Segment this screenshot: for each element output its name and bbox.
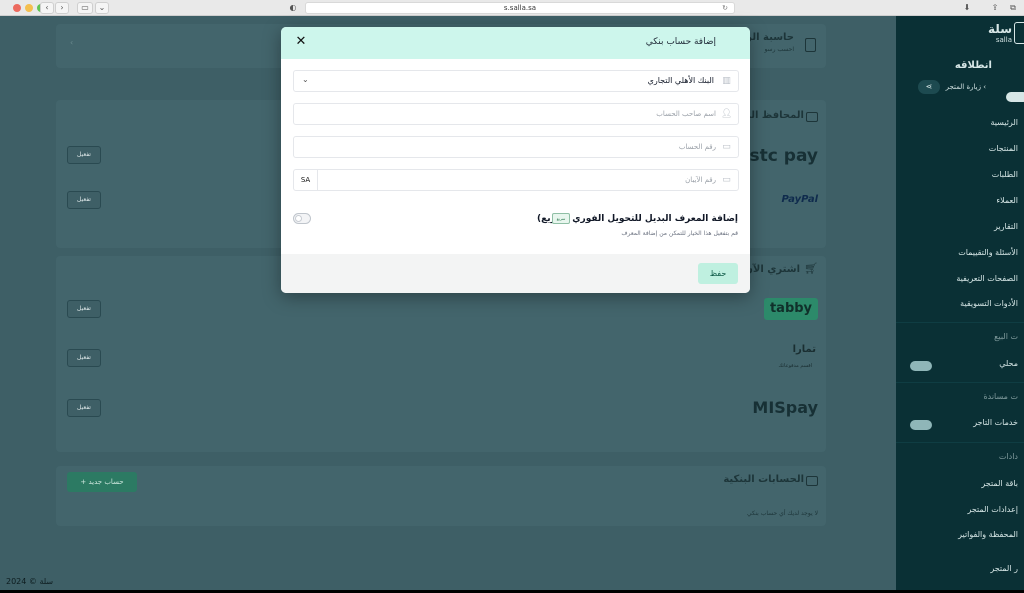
sidebar-item-customers[interactable]: العملاء	[996, 196, 1018, 205]
section-settings: دادات	[998, 452, 1018, 461]
stcpay-logo: stc pay	[749, 146, 818, 166]
sidebar: سلة salla انطلاقه زيارة المتجر ‹ ⋖ الرئي…	[896, 16, 1024, 590]
brand-logo: سلة	[988, 22, 1012, 36]
bank-select[interactable]: ▥ البنك الأهلي التجاري ⌄	[293, 70, 739, 92]
local-badge	[910, 361, 932, 371]
new-account-label: حساب جديد	[88, 478, 124, 486]
sidebar-item-store-team[interactable]: ر المتجر	[990, 564, 1018, 573]
reload-icon[interactable]: ↻	[722, 3, 728, 13]
user-icon: 👤︎	[721, 109, 733, 119]
section-support: ت مساندة	[983, 392, 1018, 401]
sidebar-item-local[interactable]: محلي	[999, 359, 1018, 368]
cart-icon: 🛒︎	[804, 262, 818, 275]
activate-paypal-button[interactable]: تفعيل	[67, 191, 101, 209]
close-icon[interactable]: ✕	[293, 34, 309, 50]
share-store-icon[interactable]: ⋖	[918, 80, 940, 94]
bank-empty-text: لا يوجد لديك أي حساب بنكي	[747, 510, 818, 517]
divider	[896, 322, 1024, 323]
sidebar-toggle-icon[interactable]: ▭	[77, 2, 93, 14]
divider	[896, 442, 1024, 443]
section-sales-channels: ت البيع	[994, 332, 1018, 341]
card-icon: ▭	[722, 175, 731, 185]
account-holder-input[interactable]	[326, 107, 716, 121]
tabs-icon[interactable]: ⧉	[1006, 2, 1020, 14]
bank-building-icon: ▥	[722, 76, 731, 86]
iban-input[interactable]	[336, 173, 716, 187]
tamara-logo: تمارا	[792, 344, 816, 355]
tabby-logo: tabby	[764, 298, 818, 320]
chevron-down-icon: ⌄	[302, 75, 309, 84]
privacy-shield-icon[interactable]: ◐	[286, 2, 300, 14]
save-button[interactable]: حفظ	[698, 263, 738, 284]
bank-icon	[806, 476, 818, 486]
minimize-window-button[interactable]	[25, 4, 33, 12]
address-bar[interactable]: s.salla.sa ↻	[305, 2, 735, 14]
merchant-services-badge	[910, 420, 932, 430]
sidebar-item-merchant-services[interactable]: خدمات التاجر	[973, 418, 1018, 427]
account-number-input[interactable]	[326, 140, 716, 154]
chevron-left-icon: ‹	[980, 83, 986, 91]
activate-stcpay-button[interactable]: تفعيل	[67, 146, 101, 164]
download-icon[interactable]: ⬇	[960, 2, 974, 14]
iban-prefix: SA	[294, 170, 318, 190]
bank-accounts-card	[56, 466, 826, 526]
sarie-logo: سريع	[552, 213, 570, 224]
sidebar-item-orders[interactable]: الطلبات	[992, 170, 1018, 179]
new-account-button[interactable]: + حساب جديد	[67, 472, 137, 492]
status-badge	[1006, 92, 1024, 102]
bank-select-value: البنك الأهلي التجاري	[647, 76, 714, 85]
chevron-left-icon[interactable]: ‹	[70, 38, 73, 47]
modal-footer: حفظ	[281, 254, 750, 293]
sidebar-item-pages[interactable]: الصفحات التعريفية	[956, 274, 1018, 283]
activate-tamara-button[interactable]: تفعيل	[67, 349, 101, 367]
sidebar-item-marketing[interactable]: الأدوات التسويقية	[960, 299, 1018, 308]
share-icon[interactable]: ⇪	[988, 2, 1002, 14]
modal-title: إضافة حساب بنكي	[645, 37, 716, 47]
mispay-logo: MISpay	[752, 398, 818, 417]
back-icon[interactable]: ‹	[40, 2, 54, 14]
calculator-icon	[805, 38, 816, 52]
bank-accounts-title: الحسابات البنكية	[723, 474, 804, 485]
footer-copyright: سلة © 2024	[6, 577, 54, 586]
account-holder-field[interactable]: 👤︎	[293, 103, 739, 125]
receiving-subtitle: احسب رسو	[764, 46, 794, 53]
sidebar-item-store-package[interactable]: باقة المتجر	[981, 479, 1018, 488]
sidebar-item-wallet[interactable]: المحفظة والفواتير	[958, 530, 1018, 539]
activate-mispay-button[interactable]: تفعيل	[67, 399, 101, 417]
chevron-down-icon[interactable]: ⌄	[95, 2, 109, 14]
add-bank-account-modal: إضافة حساب بنكي ✕ ▥ البنك الأهلي التجاري…	[281, 27, 750, 293]
alt-id-description: قم بتفعيل هذا الخيار للتمكن من إضافة الم…	[621, 230, 738, 237]
modal-header: إضافة حساب بنكي ✕	[281, 27, 750, 59]
tamara-tagline: اقسم مدفوعاتك	[778, 363, 812, 369]
menu-toggle-icon[interactable]	[1014, 22, 1024, 44]
browser-toolbar: ‹ › ▭ ⌄ ◐ s.salla.sa ↻ ⬇ ⇪ ⧉	[0, 0, 1024, 16]
url-text: s.salla.sa	[503, 4, 537, 12]
visit-store-label: زيارة المتجر	[945, 83, 981, 91]
store-name: انطلاقه	[954, 60, 992, 71]
visit-store-link[interactable]: زيارة المتجر ‹	[946, 83, 986, 91]
brand-sub: salla	[995, 36, 1012, 44]
iban-field[interactable]: ▭ SA	[293, 169, 739, 191]
sidebar-item-reports[interactable]: التقارير	[994, 222, 1018, 231]
toggle-knob	[295, 215, 302, 222]
close-window-button[interactable]	[13, 4, 21, 12]
wallet-icon	[806, 112, 818, 122]
alt-id-toggle[interactable]	[293, 213, 311, 224]
forward-icon[interactable]: ›	[55, 2, 69, 14]
activate-tabby-button[interactable]: تفعيل	[67, 300, 101, 318]
sidebar-item-home[interactable]: الرئيسية	[990, 118, 1018, 127]
account-number-field[interactable]: ▭	[293, 136, 739, 158]
sidebar-item-products[interactable]: المنتجات	[989, 144, 1018, 153]
sidebar-item-store-settings[interactable]: إعدادات المتجر	[967, 505, 1018, 514]
card-icon: ▭	[722, 142, 731, 152]
divider	[896, 382, 1024, 383]
paypal-logo: PayPal	[781, 194, 818, 205]
sidebar-item-reviews[interactable]: الأسئلة والتقييمات	[958, 248, 1018, 257]
